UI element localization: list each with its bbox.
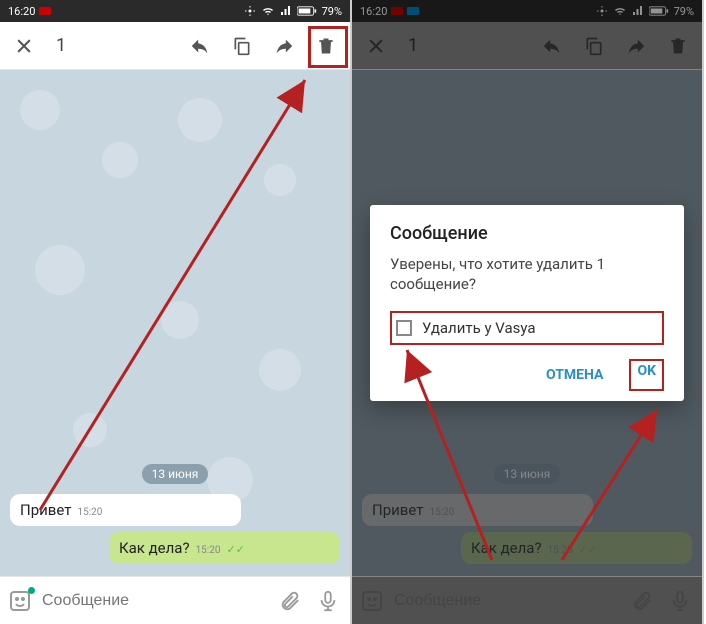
message-time: 15:20	[196, 545, 221, 556]
mic-icon[interactable]	[314, 587, 342, 615]
message-in[interactable]: Привет 15:20	[10, 494, 241, 526]
message-time: 15:20	[77, 507, 102, 518]
delete-for-user-checkbox[interactable]: Удалить у Vasya	[390, 311, 664, 345]
youtube-badge-icon	[39, 7, 51, 15]
checkbox-label: Удалить у Vasya	[422, 319, 536, 337]
reply-icon[interactable]	[186, 32, 214, 60]
status-time: 16:20	[8, 5, 35, 18]
location-icon	[244, 5, 256, 17]
input-bar	[0, 576, 350, 624]
forward-icon[interactable]	[270, 32, 298, 60]
battery-percent: 79%	[322, 5, 342, 18]
date-chip: 13 июня	[142, 464, 209, 484]
status-icons: 79%	[244, 5, 342, 18]
sticker-icon[interactable]	[8, 589, 32, 613]
close-icon[interactable]	[10, 32, 38, 60]
copy-icon[interactable]	[228, 32, 256, 60]
message-text: Как дела?	[119, 539, 190, 557]
attach-icon[interactable]	[276, 587, 304, 615]
signal-icon	[280, 5, 292, 17]
cancel-button[interactable]: ОТМЕНА	[538, 359, 611, 391]
selection-count: 1	[56, 35, 66, 56]
dialog-text: Уверены, что хотите удалить 1 сообщение?	[390, 254, 664, 295]
battery-icon	[297, 6, 317, 16]
ok-button[interactable]: OK	[629, 359, 664, 391]
dialog-title: Сообщение	[390, 223, 664, 244]
wifi-icon	[261, 5, 275, 17]
delete-icon[interactable]	[312, 32, 340, 60]
delete-dialog: Сообщение Уверены, что хотите удалить 1 …	[370, 205, 684, 401]
phone-left: 16:20 79% 1 13 июня	[0, 0, 352, 624]
phone-right: 16:20 79% 1 13 июня Привет 15:20	[352, 0, 704, 624]
selection-toolbar: 1	[0, 22, 350, 70]
message-text: Привет	[20, 501, 71, 519]
message-out[interactable]: Как дела? 15:20 ✓✓	[109, 532, 340, 564]
chat-area[interactable]: 13 июня Привет 15:20 Как дела? 15:20 ✓✓	[0, 70, 350, 576]
read-checks-icon: ✓✓	[226, 543, 244, 556]
checkbox-icon	[396, 320, 412, 336]
status-bar: 16:20 79%	[0, 0, 350, 22]
message-input[interactable]	[42, 592, 266, 610]
